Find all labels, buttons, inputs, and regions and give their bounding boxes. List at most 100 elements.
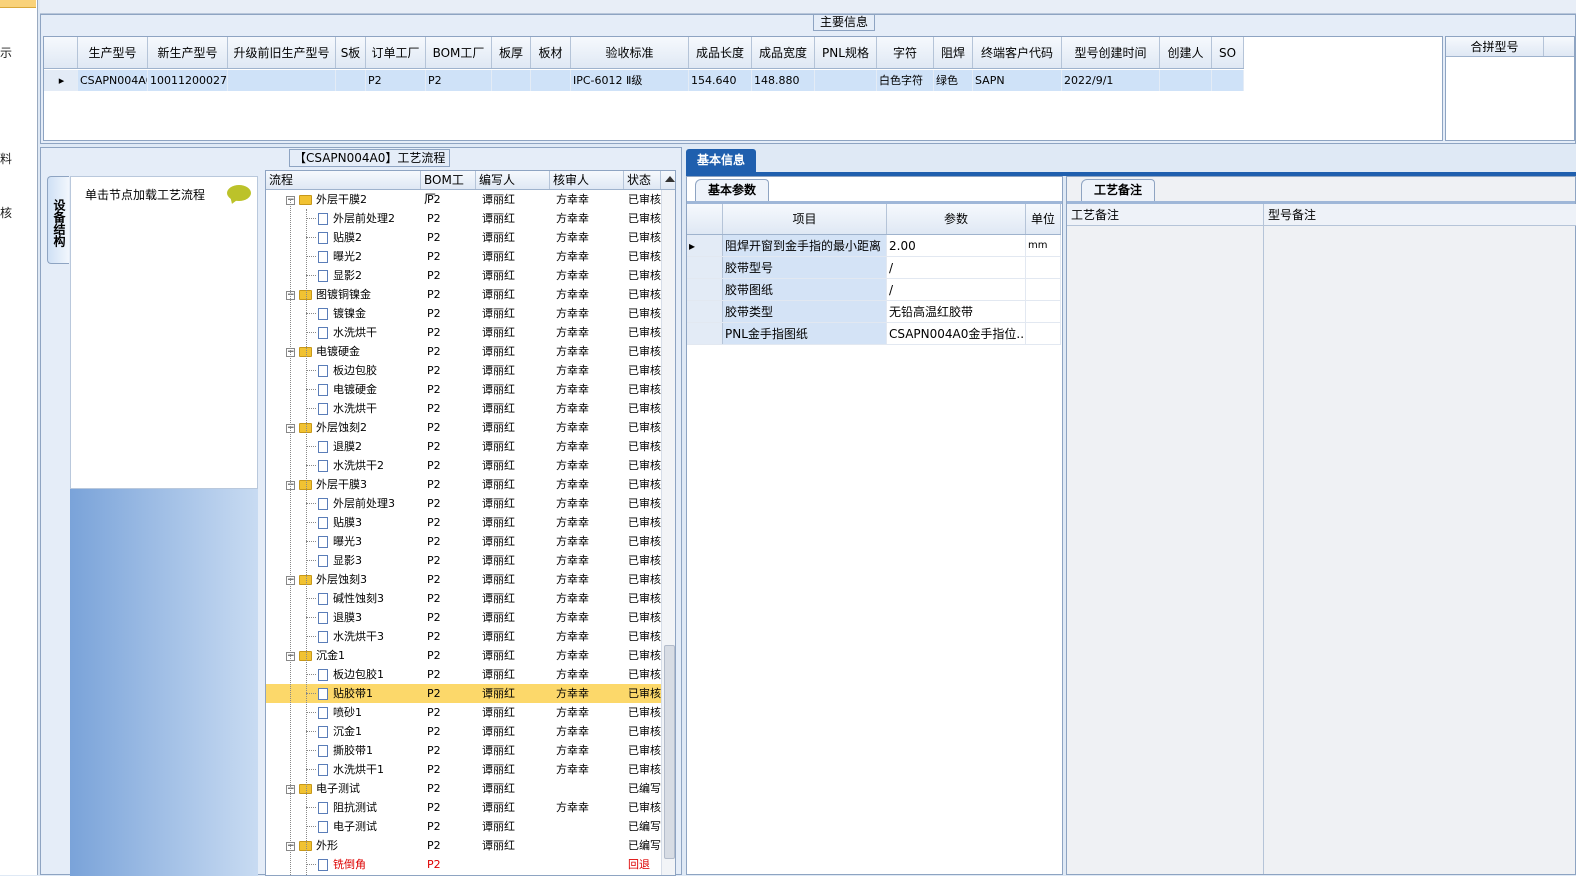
reviewer-cell[interactable]: 方幸幸: [550, 304, 624, 323]
main-info-row[interactable]: ▸CSAPN004A010011200027442 P2P2 IPC-6012 Ⅱ级…: [44, 70, 1244, 91]
bom-factory-cell[interactable]: P2: [421, 304, 476, 323]
main-col-header[interactable]: 字符: [877, 37, 934, 68]
main-col-header[interactable]: 终端客户代码: [973, 37, 1062, 68]
status-cell[interactable]: 已审核: [624, 589, 661, 608]
status-cell[interactable]: 已编写: [624, 817, 661, 836]
param-value[interactable]: 无铅高温红胶带: [887, 301, 1026, 322]
tree-row[interactable]: 水洗烘干 P2 谭丽红 方幸幸 已审核: [266, 323, 661, 342]
main-col-header[interactable]: 板材: [531, 37, 571, 68]
writer-cell[interactable]: 谭丽红: [476, 836, 550, 855]
main-cell[interactable]: CSAPN004A0: [78, 70, 148, 91]
main-col-header[interactable]: 升级前旧生产型号: [228, 37, 336, 68]
reviewer-cell[interactable]: 方幸幸: [550, 285, 624, 304]
param-item[interactable]: 胶带类型: [723, 301, 887, 322]
writer-cell[interactable]: 谭丽红: [476, 722, 550, 741]
tree-col-header[interactable]: 状态: [624, 171, 661, 189]
process-remark-field[interactable]: [1067, 226, 1264, 874]
tree-row[interactable]: 显影2 P2 谭丽红 方幸幸 已审核: [266, 266, 661, 285]
bom-factory-cell[interactable]: P2: [421, 361, 476, 380]
bom-factory-cell[interactable]: P2: [421, 494, 476, 513]
reviewer-cell[interactable]: 方幸幸: [550, 684, 624, 703]
main-cell[interactable]: [1160, 70, 1212, 91]
writer-cell[interactable]: 谭丽红: [476, 475, 550, 494]
status-cell[interactable]: 已审核: [624, 798, 661, 817]
tree-row[interactable]: 铣倒角 P2 回退: [266, 855, 661, 874]
tree-row[interactable]: 外层前处理3 P2 谭丽红 方幸幸 已审核: [266, 494, 661, 513]
status-cell[interactable]: 已审核: [624, 703, 661, 722]
writer-cell[interactable]: 谭丽红: [476, 703, 550, 722]
bom-factory-cell[interactable]: P2: [421, 779, 476, 798]
status-cell[interactable]: 已审核: [624, 741, 661, 760]
main-cell[interactable]: [531, 70, 571, 91]
reviewer-cell[interactable]: [550, 836, 624, 855]
reviewer-cell[interactable]: 方幸幸: [550, 513, 624, 532]
tree-row[interactable]: 曝光3 P2 谭丽红 方幸幸 已审核: [266, 532, 661, 551]
status-cell[interactable]: 已审核: [624, 285, 661, 304]
status-cell[interactable]: 已审核: [624, 190, 661, 209]
bom-factory-cell[interactable]: P2: [421, 760, 476, 779]
status-cell[interactable]: 已审核: [624, 475, 661, 494]
status-cell[interactable]: 已审核: [624, 437, 661, 456]
main-col-header[interactable]: SO: [1212, 37, 1244, 68]
bom-factory-cell[interactable]: P2: [421, 247, 476, 266]
nav-label[interactable]: 示: [0, 44, 12, 61]
bom-factory-cell[interactable]: P2: [421, 285, 476, 304]
model-remark-field[interactable]: [1264, 226, 1576, 874]
reviewer-cell[interactable]: 方幸幸: [550, 589, 624, 608]
reviewer-cell[interactable]: [550, 779, 624, 798]
param-unit[interactable]: [1026, 279, 1061, 300]
bom-factory-cell[interactable]: P2: [421, 855, 476, 874]
reviewer-cell[interactable]: 方幸幸: [550, 228, 624, 247]
main-col-header[interactable]: 新生产型号: [148, 37, 228, 68]
main-col-header[interactable]: 成品宽度: [752, 37, 815, 68]
writer-cell[interactable]: 谭丽红: [476, 798, 550, 817]
writer-cell[interactable]: 谭丽红: [476, 760, 550, 779]
bom-factory-cell[interactable]: P2: [421, 798, 476, 817]
reviewer-cell[interactable]: [550, 817, 624, 836]
bom-factory-cell[interactable]: P2: [421, 646, 476, 665]
status-cell[interactable]: 已审核: [624, 323, 661, 342]
bom-factory-cell[interactable]: P2: [421, 228, 476, 247]
scroll-up-icon[interactable]: [665, 176, 675, 182]
main-cell[interactable]: SAPN: [973, 70, 1062, 91]
reviewer-cell[interactable]: 方幸幸: [550, 627, 624, 646]
tree-row[interactable]: − 外形 P2 谭丽红 已编写: [266, 836, 661, 855]
tree-row[interactable]: 水洗烘干1 P2 谭丽红 方幸幸 已审核: [266, 760, 661, 779]
bom-factory-cell[interactable]: P2: [421, 684, 476, 703]
status-cell[interactable]: 已审核: [624, 228, 661, 247]
main-col-header[interactable]: S板: [336, 37, 366, 68]
reviewer-cell[interactable]: 方幸幸: [550, 437, 624, 456]
param-row[interactable]: ▸ 阻焊开窗到金手指的最小距离 2.00 mm: [687, 235, 1061, 257]
writer-cell[interactable]: 谭丽红: [476, 608, 550, 627]
main-col-header[interactable]: 订单工厂: [366, 37, 426, 68]
main-cell[interactable]: [1212, 70, 1244, 91]
tab-process-remarks[interactable]: 工艺备注: [1081, 179, 1156, 201]
reviewer-cell[interactable]: 方幸幸: [550, 190, 624, 209]
main-col-header[interactable]: 板厚: [492, 37, 531, 68]
status-cell[interactable]: 已审核: [624, 760, 661, 779]
status-cell[interactable]: 已审核: [624, 380, 661, 399]
writer-cell[interactable]: 谭丽红: [476, 627, 550, 646]
param-value[interactable]: 2.00: [887, 235, 1026, 256]
writer-cell[interactable]: 谭丽红: [476, 247, 550, 266]
main-cell[interactable]: [336, 70, 366, 91]
reviewer-cell[interactable]: 方幸幸: [550, 798, 624, 817]
merge-model-grid[interactable]: 合拼型号: [1445, 36, 1575, 141]
status-cell[interactable]: 已审核: [624, 513, 661, 532]
params-table[interactable]: 项目 参数 单位 ▸ 阻焊开窗到金手指的最小距离 2.00 mm 胶带型号 / 胶带图纸 / 胶…: [687, 204, 1061, 345]
selected-nav-marker[interactable]: [0, 0, 36, 8]
tree-row[interactable]: 外层前处理2 P2 谭丽红 方幸幸 已审核: [266, 209, 661, 228]
reviewer-cell[interactable]: 方幸幸: [550, 209, 624, 228]
writer-cell[interactable]: 谭丽红: [476, 646, 550, 665]
bom-factory-cell[interactable]: P2: [421, 418, 476, 437]
tree-row[interactable]: 板边包胶 P2 谭丽红 方幸幸 已审核: [266, 361, 661, 380]
status-cell[interactable]: 已审核: [624, 247, 661, 266]
reviewer-cell[interactable]: 方幸幸: [550, 722, 624, 741]
writer-cell[interactable]: 谭丽红: [476, 551, 550, 570]
tree-row[interactable]: − 沉金1 P2 谭丽红 方幸幸 已审核: [266, 646, 661, 665]
tree-row[interactable]: 碱性蚀刻3 P2 谭丽红 方幸幸 已审核: [266, 589, 661, 608]
tree-row[interactable]: 贴胶带1 P2 谭丽红 方幸幸 已审核: [266, 684, 661, 703]
scroll-thumb[interactable]: [664, 645, 675, 859]
status-cell[interactable]: 已审核: [624, 551, 661, 570]
tree-scrollbar[interactable]: [661, 176, 675, 875]
